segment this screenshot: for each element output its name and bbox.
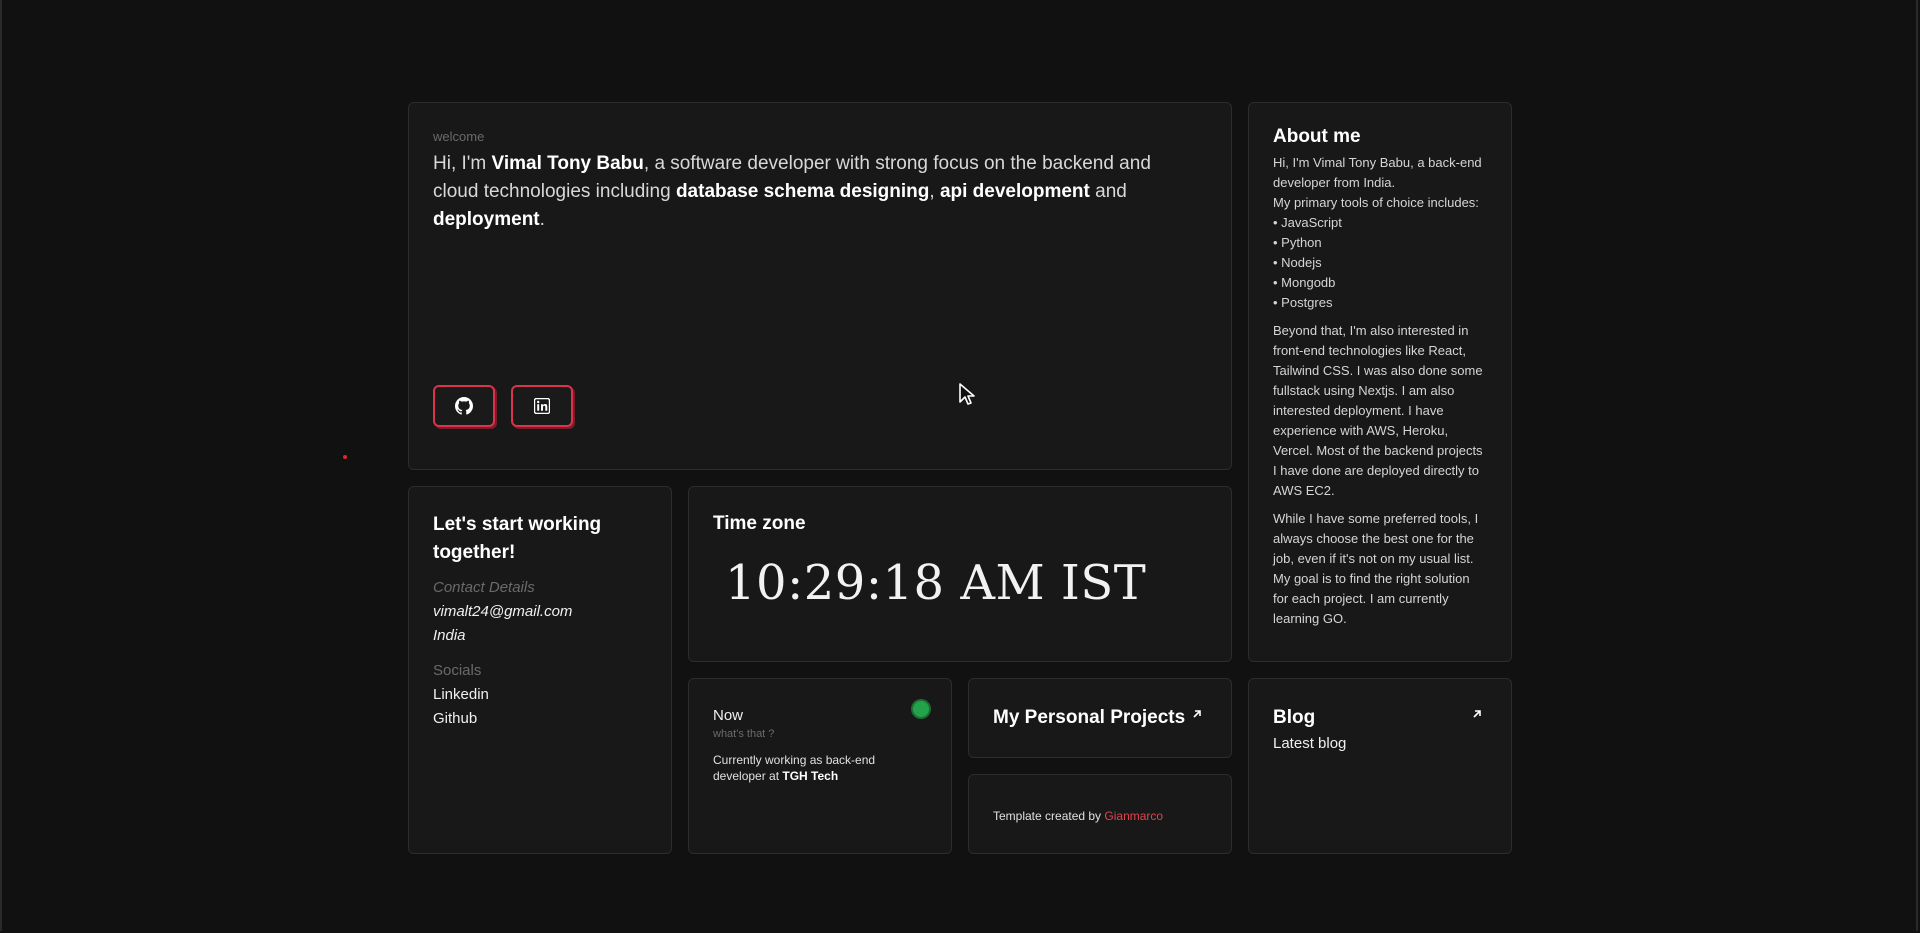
tool-item: JavaScript [1273, 213, 1487, 233]
status-dot [913, 701, 929, 717]
intro-skill-api: api development [939, 181, 1090, 202]
social-link-linkedin[interactable]: Linkedin [433, 683, 647, 707]
socials-label: Socials [433, 662, 482, 679]
intro-part: , [929, 181, 940, 202]
now-company: TGH Tech [782, 769, 839, 783]
social-link-github[interactable]: Github [433, 707, 647, 731]
welcome-card: welcome Hi, I'm Vimal Tony Babu, a softw… [408, 102, 1232, 470]
contact-card: Let's start working together! Contact De… [408, 486, 672, 854]
github-icon [455, 397, 473, 415]
tool-item: Postgres [1273, 293, 1487, 313]
timezone-title: Time zone [713, 513, 806, 534]
template-author-link[interactable]: Gianmarco [1104, 809, 1163, 823]
now-question: what's that ? [713, 728, 775, 740]
intro-part: and [1089, 181, 1127, 202]
about-paragraph-1: Beyond that, I'm also interested in fron… [1273, 323, 1483, 498]
contact-title: Let's start working together! [433, 514, 602, 563]
tool-item: Mongodb [1273, 273, 1487, 293]
blog-title[interactable]: Blog [1273, 707, 1487, 729]
now-card: Now what's that ? Currently working as b… [688, 678, 952, 854]
welcome-intro: Hi, I'm Vimal Tony Babu, a software deve… [433, 150, 1193, 234]
about-intro: Hi, I'm Vimal Tony Babu, a back-end deve… [1273, 155, 1482, 190]
linkedin-button[interactable] [511, 385, 573, 427]
template-credit: Template created by Gianmarco [993, 809, 1207, 823]
mouse-cursor-icon [958, 382, 976, 411]
timezone-card: Time zone 10:29:18 AM IST [688, 486, 1232, 662]
template-credit-card: Template created by Gianmarco [968, 774, 1232, 854]
intro-skill-db: database schema designing [675, 181, 930, 202]
arrow-up-right-icon[interactable] [1471, 707, 1483, 725]
about-tools-intro: My primary tools of choice includes: [1273, 195, 1479, 210]
now-description: Currently working as back-end developer … [713, 752, 903, 784]
contact-email[interactable]: vimalt24@gmail.com [433, 600, 647, 624]
about-title: About me [1273, 126, 1361, 147]
arrow-up-right-icon[interactable] [1191, 707, 1203, 725]
red-dot [343, 455, 347, 459]
contact-details-label: Contact Details [433, 579, 535, 596]
tool-item: Nodejs [1273, 253, 1487, 273]
clock-display: 10:29:18 AM IST [725, 555, 1147, 611]
now-title: Now [713, 707, 744, 724]
projects-title[interactable]: My Personal Projects [993, 707, 1207, 729]
template-prefix: Template created by [993, 809, 1105, 823]
intro-part: Hi, I'm [433, 153, 492, 174]
about-card: About me Hi, I'm Vimal Tony Babu, a back… [1248, 102, 1512, 662]
contact-country: India [433, 627, 466, 644]
tool-item: Python [1273, 233, 1487, 253]
github-button[interactable] [433, 385, 495, 427]
projects-card[interactable]: My Personal Projects [968, 678, 1232, 758]
intro-skill-deploy: deployment [433, 209, 540, 230]
tools-list: JavaScript Python Nodejs Mongodb Postgre… [1273, 213, 1487, 313]
intro-part: . [539, 209, 545, 230]
welcome-label: welcome [433, 129, 485, 144]
blog-card[interactable]: Blog Latest blog [1248, 678, 1512, 854]
about-paragraph-2: While I have some preferred tools, I alw… [1273, 511, 1479, 626]
linkedin-icon [534, 398, 550, 414]
blog-latest-link[interactable]: Latest blog [1273, 735, 1487, 752]
intro-name: Vimal Tony Babu [491, 153, 644, 174]
